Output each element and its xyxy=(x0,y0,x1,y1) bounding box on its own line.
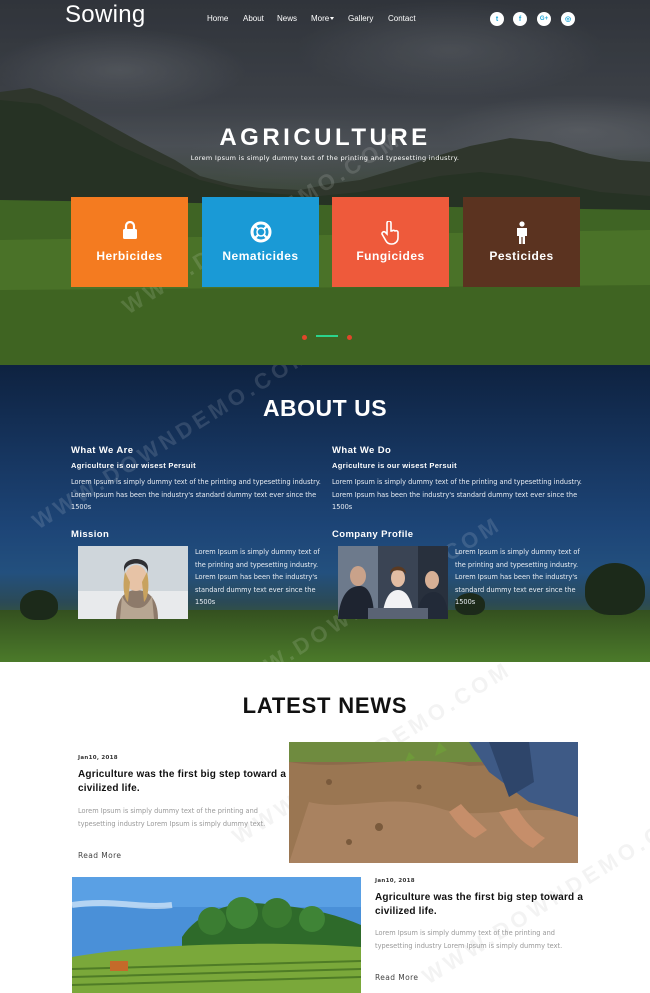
nav-home[interactable]: Home xyxy=(207,14,228,23)
what-we-do-text: Lorem Ipsum is simply dummy text of the … xyxy=(332,478,582,511)
tile-pesticides[interactable]: Pesticides xyxy=(463,197,580,287)
news-image-planting[interactable] xyxy=(289,742,578,863)
tile-herbicides[interactable]: Herbicides xyxy=(71,197,188,287)
tile-label: Fungicides xyxy=(356,249,425,263)
about-title: ABOUT US xyxy=(262,395,388,421)
site-logo[interactable]: Sowing xyxy=(65,1,146,29)
slider-dot-active[interactable] xyxy=(316,335,338,337)
tile-label: Pesticides xyxy=(489,249,554,263)
slider-dot-3[interactable] xyxy=(347,335,352,340)
read-more-link[interactable]: Read More xyxy=(375,973,418,982)
lock-icon xyxy=(71,221,188,239)
mission-text: Lorem Ipsum is simply dummy text of the … xyxy=(195,548,320,606)
nav-more-dropdown[interactable]: More xyxy=(311,14,335,23)
news-date: Jan10, 2018 xyxy=(78,755,118,761)
what-we-do-subheading: Agriculture is our wisest Persuit xyxy=(332,461,457,470)
mission-heading: Mission xyxy=(71,529,110,540)
facebook-link[interactable]: f xyxy=(513,12,527,26)
what-we-do-heading: What We Do xyxy=(332,445,392,456)
dribbble-icon: ◎ xyxy=(561,12,575,26)
news-headline[interactable]: Agriculture was the first big step towar… xyxy=(375,891,585,919)
what-we-are-text: Lorem Ipsum is simply dummy text of the … xyxy=(71,478,321,511)
dribbble-link[interactable]: ◎ xyxy=(561,12,575,26)
hand-pointer-icon xyxy=(332,221,449,245)
latest-news-title: LATEST NEWS xyxy=(242,693,408,718)
hero-title: AGRICULTURE xyxy=(219,124,431,151)
tree-silhouette xyxy=(20,590,58,620)
google-plus-icon: G+ xyxy=(537,12,551,26)
nav-more-label: More xyxy=(311,14,330,23)
about-section: WWW.DOWNDEMO.COM WWW.DOWNDEMO.COM ABOUT … xyxy=(0,365,650,662)
caret-down-icon xyxy=(330,17,335,20)
what-we-are-subheading: Agriculture is our wisest Persuit xyxy=(71,461,196,470)
life-ring-icon xyxy=(202,221,319,243)
hero-subtitle: Lorem Ipsum is simply dummy text of the … xyxy=(190,154,460,162)
hero-overlay xyxy=(0,0,650,365)
twitter-icon: t xyxy=(490,12,504,26)
news-excerpt: Lorem Ipsum is simply dummy text of the … xyxy=(375,929,563,950)
read-more-link[interactable]: Read More xyxy=(78,851,121,860)
hero-section: WWW.DOWNDEMO.COM Sowing Home About News … xyxy=(0,0,650,365)
tile-label: Herbicides xyxy=(96,249,163,263)
tile-nematicides[interactable]: Nematicides xyxy=(202,197,319,287)
news-excerpt: Lorem Ipsum is simply dummy text of the … xyxy=(78,807,266,828)
news-headline[interactable]: Agriculture was the first big step towar… xyxy=(78,768,288,796)
slider-dot-1[interactable] xyxy=(302,335,307,340)
mission-photo xyxy=(78,546,188,619)
nav-news[interactable]: News xyxy=(277,14,297,23)
twitter-link[interactable]: t xyxy=(490,12,504,26)
facebook-icon: f xyxy=(513,12,527,26)
tile-label: Nematicides xyxy=(222,249,299,263)
what-we-are-heading: What We Are xyxy=(71,445,134,456)
google-plus-link[interactable]: G+ xyxy=(537,12,551,26)
company-profile-text: Lorem Ipsum is simply dummy text of the … xyxy=(455,548,580,606)
nav-contact[interactable]: Contact xyxy=(388,14,416,23)
top-navbar: Sowing Home About News More Gallery Cont… xyxy=(0,0,650,40)
tile-fungicides[interactable]: Fungicides xyxy=(332,197,449,287)
company-profile-photo xyxy=(338,546,448,619)
nav-gallery[interactable]: Gallery xyxy=(348,14,373,23)
tree-silhouette xyxy=(585,563,645,615)
news-image-vineyard[interactable] xyxy=(72,877,361,993)
nav-about[interactable]: About xyxy=(243,14,264,23)
news-date: Jan10, 2018 xyxy=(375,878,415,884)
company-profile-heading: Company Profile xyxy=(332,529,414,540)
person-icon xyxy=(463,221,580,245)
